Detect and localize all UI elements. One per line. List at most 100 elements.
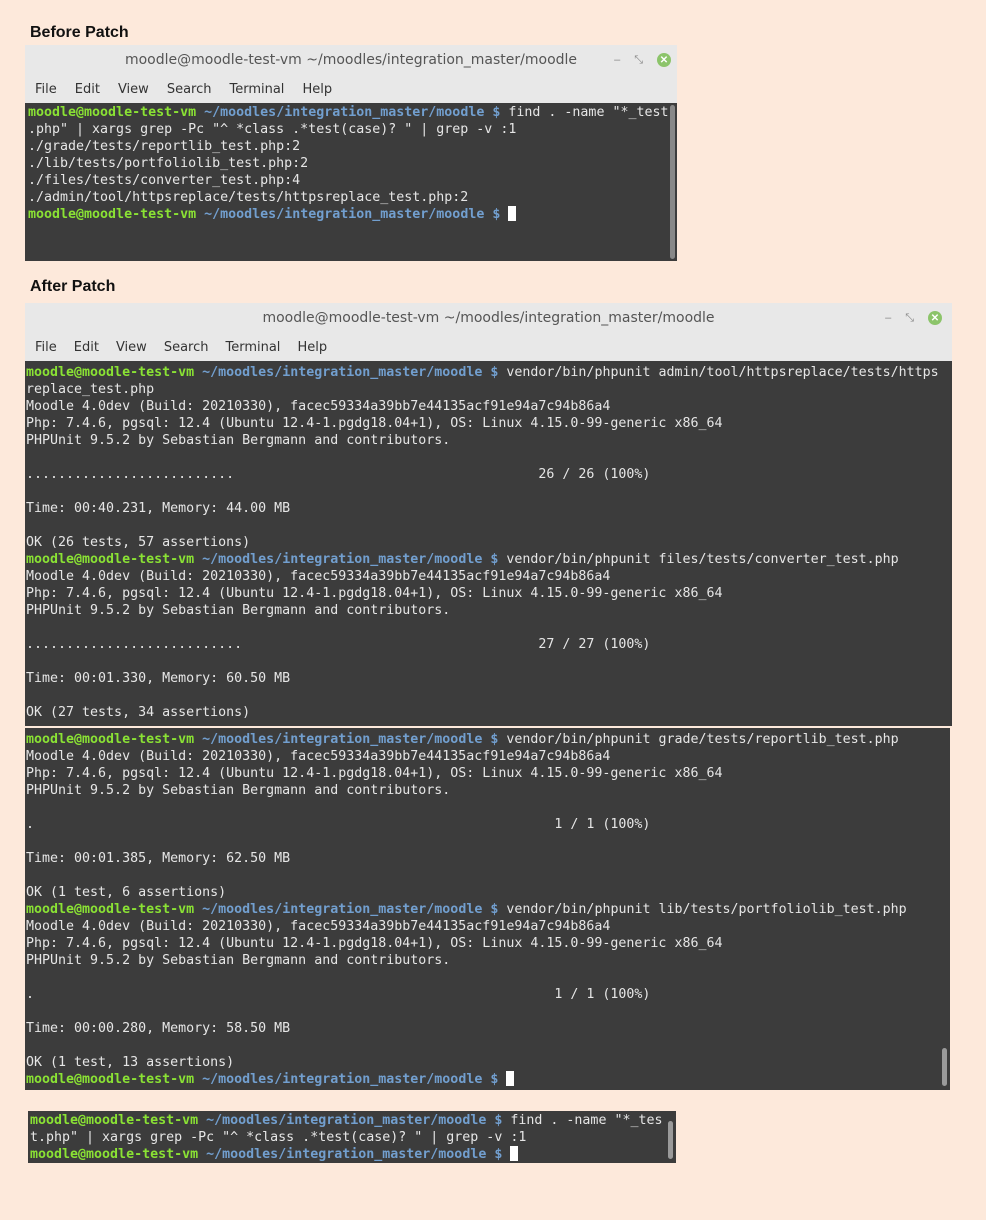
terminal-cursor (508, 206, 517, 221)
output-text: PHPUnit 9.5.2 by Sebastian Bergmann and … (26, 953, 451, 968)
output-line: Moodle 4.0dev (Build: 20210330), facec59… (26, 568, 952, 585)
output-text: Moodle 4.0dev (Build: 20210330), facec59… (26, 569, 611, 584)
output-line: Moodle 4.0dev (Build: 20210330), facec59… (26, 398, 952, 415)
output-line: . 1 / 1 (100%) (26, 816, 950, 833)
menu-terminal[interactable]: Terminal (225, 340, 280, 355)
menubar: File Edit View Search Terminal Help (25, 75, 677, 103)
menu-terminal[interactable]: Terminal (229, 82, 284, 97)
minimize-icon[interactable]: – (885, 312, 891, 324)
prompt-line: moodle@moodle-test-vm ~/moodles/integrat… (26, 731, 950, 748)
window-titlebar[interactable]: moodle@moodle-test-vm ~/moodles/integrat… (25, 303, 952, 333)
prompt-user: moodle@moodle-test-vm (30, 1113, 199, 1128)
output-text: Time: 00:40.231, Memory: 44.00 MB (26, 501, 291, 516)
scrollbar[interactable] (668, 1121, 673, 1159)
output-text: ./grade/tests/reportlib_test.php:2 (28, 139, 301, 154)
output-line: Moodle 4.0dev (Build: 20210330), facec59… (26, 748, 950, 765)
output-text: PHPUnit 9.5.2 by Sebastian Bergmann and … (26, 603, 451, 618)
output-line: PHPUnit 9.5.2 by Sebastian Bergmann and … (26, 602, 952, 619)
output-line: OK (1 test, 13 assertions) (26, 1054, 950, 1071)
menu-edit[interactable]: Edit (75, 82, 100, 97)
terminal-output[interactable]: moodle@moodle-test-vm ~/moodles/integrat… (25, 364, 952, 726)
output-line: Php: 7.4.6, pgsql: 12.4 (Ubuntu 12.4-1.p… (26, 935, 950, 952)
prompt-line: moodle@moodle-test-vm ~/moodles/integrat… (26, 551, 952, 568)
terminal-cursor (506, 1071, 515, 1086)
terminal-output[interactable]: moodle@moodle-test-vm ~/moodles/integrat… (25, 104, 677, 261)
output-line: OK (27 tests, 34 assertions) (26, 704, 952, 721)
minimize-icon[interactable]: – (614, 54, 620, 66)
output-line: Php: 7.4.6, pgsql: 12.4 (Ubuntu 12.4-1.p… (26, 415, 952, 432)
output-line: ........................... 27 / 27 (100… (26, 636, 952, 653)
command-text (498, 1072, 506, 1087)
terminal-output[interactable]: moodle@moodle-test-vm ~/moodles/integrat… (25, 731, 950, 1090)
output-text: replace_test.php (26, 382, 155, 397)
output-line: . 1 / 1 (100%) (26, 986, 950, 1003)
terminal-output[interactable]: moodle@moodle-test-vm ~/moodles/integrat… (28, 1112, 676, 1163)
command-text: vendor/bin/phpunit admin/tool/httpsrepla… (498, 365, 939, 380)
menu-search[interactable]: Search (164, 340, 209, 355)
menu-help[interactable]: Help (297, 340, 327, 355)
menu-file[interactable]: File (35, 82, 57, 97)
output-line: ./grade/tests/reportlib_test.php:2 (28, 138, 677, 155)
output-line: PHPUnit 9.5.2 by Sebastian Bergmann and … (26, 432, 952, 449)
menu-edit[interactable]: Edit (74, 340, 99, 355)
output-line: Time: 00:00.280, Memory: 58.50 MB (26, 1020, 950, 1037)
output-line: t.php" | xargs grep -Pc "^ *class .*test… (30, 1129, 676, 1146)
terminal-window-final[interactable]: moodle@moodle-test-vm ~/moodles/integrat… (28, 1111, 676, 1163)
scrollbar[interactable] (670, 105, 675, 259)
output-line: ./files/tests/converter_test.php:4 (28, 172, 677, 189)
close-icon[interactable]: ✕ (657, 53, 671, 67)
scrollbar[interactable] (942, 1048, 947, 1086)
window-titlebar[interactable]: moodle@moodle-test-vm ~/moodles/integrat… (25, 45, 677, 75)
output-text: Php: 7.4.6, pgsql: 12.4 (Ubuntu 12.4-1.p… (26, 416, 723, 431)
output-line: .php" | xargs grep -Pc "^ *class .*test(… (28, 121, 677, 138)
output-text: .......................... 26 / 26 (100%… (26, 467, 651, 482)
output-text: ........................... 27 / 27 (100… (26, 637, 651, 652)
prompt-user: moodle@moodle-test-vm (28, 207, 197, 222)
window-title: moodle@moodle-test-vm ~/moodles/integrat… (124, 52, 578, 68)
prompt-user: moodle@moodle-test-vm (26, 732, 195, 747)
terminal-window-before[interactable]: moodle@moodle-test-vm ~/moodles/integrat… (25, 45, 677, 261)
output-text: OK (27 tests, 34 assertions) (26, 705, 251, 720)
menu-file[interactable]: File (35, 340, 57, 355)
output-text: Time: 00:01.330, Memory: 60.50 MB (26, 671, 291, 686)
terminal-window-after[interactable]: moodle@moodle-test-vm ~/moodles/integrat… (25, 303, 952, 726)
prompt-path: ~/moodles/integration_master/moodle (202, 1072, 483, 1087)
output-text: PHPUnit 9.5.2 by Sebastian Bergmann and … (26, 433, 451, 448)
maximize-icon[interactable]: ⤡ (905, 312, 914, 325)
output-text: OK (26 tests, 57 assertions) (26, 535, 251, 550)
command-text: vendor/bin/phpunit files/tests/converter… (498, 552, 899, 567)
output-text: OK (1 test, 6 assertions) (26, 885, 227, 900)
prompt-user: moodle@moodle-test-vm (26, 902, 195, 917)
prompt-path: ~/moodles/integration_master/moodle (204, 105, 485, 120)
output-text: . 1 / 1 (100%) (26, 987, 651, 1002)
menu-view[interactable]: View (118, 82, 149, 97)
close-icon[interactable]: ✕ (928, 311, 942, 325)
menu-view[interactable]: View (116, 340, 147, 355)
command-text (502, 1147, 510, 1162)
output-line: ./admin/tool/httpsreplace/tests/httpsrep… (28, 189, 677, 206)
menu-search[interactable]: Search (167, 82, 212, 97)
menubar: File Edit View Search Terminal Help (25, 333, 952, 361)
output-text: Php: 7.4.6, pgsql: 12.4 (Ubuntu 12.4-1.p… (26, 936, 723, 951)
output-line: Time: 00:01.330, Memory: 60.50 MB (26, 670, 952, 687)
output-line: PHPUnit 9.5.2 by Sebastian Bergmann and … (26, 952, 950, 969)
prompt-path: ~/moodles/integration_master/moodle (202, 902, 483, 917)
prompt-path: ~/moodles/integration_master/moodle (206, 1113, 487, 1128)
prompt-user: moodle@moodle-test-vm (30, 1147, 199, 1162)
command-text: find . -name "*_test (500, 105, 669, 120)
menu-help[interactable]: Help (302, 82, 332, 97)
after-patch-heading: After Patch (30, 278, 116, 295)
prompt-user: moodle@moodle-test-vm (28, 105, 197, 120)
prompt-line: moodle@moodle-test-vm ~/moodles/integrat… (30, 1112, 676, 1129)
maximize-icon[interactable]: ⤡ (634, 54, 643, 67)
output-text: ./files/tests/converter_test.php:4 (28, 173, 301, 188)
prompt-line: moodle@moodle-test-vm ~/moodles/integrat… (26, 364, 952, 381)
terminal-window-after-scrolled[interactable]: moodle@moodle-test-vm ~/moodles/integrat… (25, 728, 950, 1090)
